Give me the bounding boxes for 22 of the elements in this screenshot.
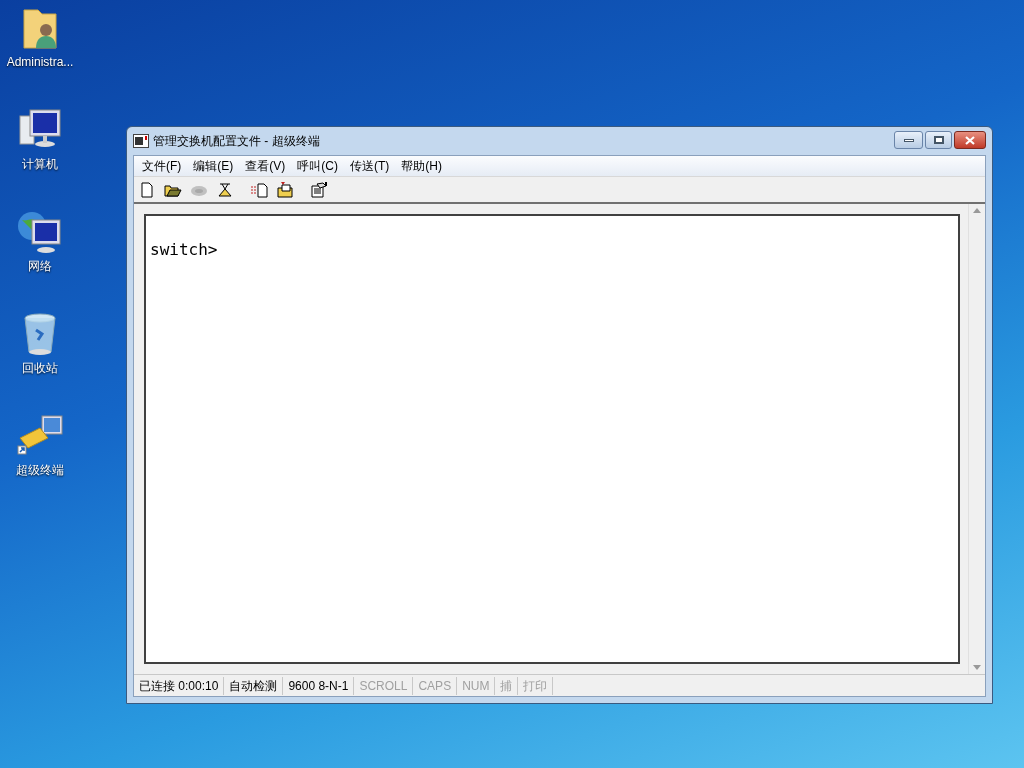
status-pane: 9600 8-N-1 <box>283 676 355 695</box>
status-pane: NUM <box>457 676 496 695</box>
menu-item[interactable]: 帮助(H) <box>395 157 448 175</box>
desktop-icon-label[interactable]: 计算机 <box>22 156 58 172</box>
menu-item[interactable]: 文件(F) <box>136 157 188 175</box>
status-pane: 已连接 0:00:10 <box>134 676 225 695</box>
status-pane: 打印 <box>518 676 554 695</box>
status-pane: SCROLL <box>354 676 414 695</box>
menu-item[interactable]: 传送(T) <box>344 157 396 175</box>
window-title: 管理交换机配置文件 - 超级终端 <box>153 133 320 150</box>
terminal-text: switch> <box>150 240 218 259</box>
menu-item[interactable]: 编辑(E) <box>187 157 240 175</box>
status-pane: 捕 <box>495 676 519 695</box>
status-pane: CAPS <box>413 676 458 695</box>
menu-item[interactable]: 呼叫(C) <box>291 157 344 175</box>
desktop-icon-label[interactable]: 超级终端 <box>16 462 64 478</box>
menu-item[interactable]: 查看(V) <box>239 157 292 175</box>
desktop-icon-label[interactable]: 回收站 <box>22 360 58 376</box>
status-pane: 自动检测 <box>224 676 284 695</box>
desktop-icon-label[interactable]: Administra... <box>6 54 74 70</box>
terminal-screen[interactable]: switch> <box>144 214 960 664</box>
desktop-icon-label[interactable]: 网络 <box>28 258 52 274</box>
